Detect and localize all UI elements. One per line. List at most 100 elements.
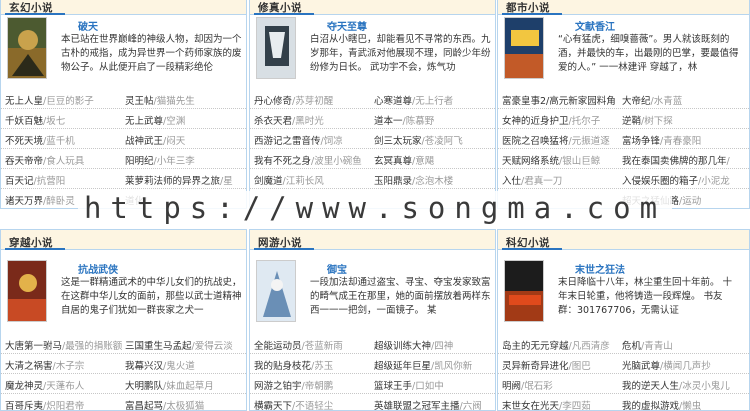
book-author[interactable]: /水青蓝 bbox=[651, 96, 683, 107]
book-title[interactable]: 超级训练大神 bbox=[374, 341, 431, 352]
list-item[interactable]: 诸天万界/醉卧灵 bbox=[5, 193, 123, 207]
list-item[interactable]: 我的逆天人生/冰灵小鬼儿 bbox=[622, 378, 740, 392]
featured-book-title[interactable]: 末世之狂法 bbox=[575, 261, 625, 276]
featured-book-title[interactable]: 破天 bbox=[78, 18, 98, 33]
book-title[interactable]: 不死天境 bbox=[5, 136, 43, 147]
list-item[interactable]: 莱萝莉法师的异界之旅/星 bbox=[125, 173, 243, 187]
list-item[interactable]: 网游之铂宇/帝朝鹏 bbox=[254, 378, 372, 392]
book-title[interactable]: 三国重生马孟起 bbox=[125, 341, 192, 352]
book-title[interactable]: 富昌起骂 bbox=[125, 401, 163, 410]
book-cover-image[interactable] bbox=[7, 17, 47, 79]
book-title[interactable]: 大唐第一驸马 bbox=[5, 341, 62, 352]
list-item[interactable]: 不死天境/蓝千机 bbox=[5, 133, 123, 147]
book-title[interactable]: 岛主的无元穿越 bbox=[502, 341, 569, 352]
book-cover-image[interactable] bbox=[7, 260, 47, 322]
list-item[interactable]: 战神武王/闷天 bbox=[125, 133, 243, 147]
book-title[interactable]: 横霸天下 bbox=[254, 401, 292, 410]
book-title[interactable]: 大帝纪 bbox=[622, 96, 651, 107]
list-item[interactable]: 超级延年巨星/凯风你新 bbox=[374, 358, 492, 372]
list-item[interactable]: 明阙/氓石彩 bbox=[502, 378, 620, 392]
book-cover-image[interactable] bbox=[504, 17, 544, 79]
list-item[interactable]: 大明鹏队/妹血起草月 bbox=[125, 378, 243, 392]
list-item[interactable]: 我有不死之身/波里小碗鱼 bbox=[254, 153, 372, 167]
book-title[interactable]: 逆鞘 bbox=[622, 116, 641, 127]
book-author[interactable]: /元振道逐 bbox=[569, 136, 610, 147]
book-author[interactable]: /图巴 bbox=[569, 361, 591, 372]
book-title[interactable]: 入侵娱乐圈的箱子 bbox=[622, 176, 698, 187]
book-author[interactable]: / bbox=[727, 156, 730, 167]
list-item[interactable]: 医院之召唤猛将/元振道逐 bbox=[502, 133, 620, 147]
book-title[interactable]: 超级延年巨星 bbox=[374, 361, 431, 372]
book-title[interactable]: 光脑武尊 bbox=[622, 361, 660, 372]
book-author[interactable]: /懒虫 bbox=[679, 401, 701, 410]
list-item[interactable]: 逆鞘/树下探 bbox=[622, 113, 740, 127]
list-item[interactable]: 玉阳鼎录/念泡木楼 bbox=[374, 173, 492, 187]
book-title[interactable]: 剑魔道 bbox=[254, 176, 283, 187]
book-cover-image[interactable] bbox=[256, 17, 296, 79]
book-title[interactable]: 阳明纪 bbox=[125, 156, 154, 167]
book-title[interactable]: 心寒道尊 bbox=[374, 96, 412, 107]
list-item[interactable]: 玄冥真尊/意飓 bbox=[374, 153, 492, 167]
book-title[interactable]: 我在泰国卖佛牌的那几年 bbox=[622, 156, 727, 167]
book-title[interactable]: 魔龙神灵 bbox=[5, 381, 43, 392]
book-title[interactable]: 篮球王手 bbox=[374, 381, 412, 392]
list-item[interactable]: 百天记/抗营阳 bbox=[5, 173, 123, 187]
book-title[interactable]: 我的逆天人生 bbox=[622, 381, 679, 392]
featured-book-title[interactable]: 御宝 bbox=[327, 261, 347, 276]
book-author[interactable]: /运动 bbox=[679, 196, 701, 207]
book-author[interactable]: /君真一刀 bbox=[521, 176, 562, 187]
list-item[interactable]: 灵异新奇异进化/图巴 bbox=[502, 358, 620, 372]
book-author[interactable]: /江莉长风 bbox=[283, 176, 324, 187]
list-item[interactable]: 入侵娱乐圈的箱子/小泥龙 bbox=[622, 173, 740, 187]
list-item[interactable]: 灵王帖/猫猫先生 bbox=[125, 93, 243, 107]
book-author[interactable]: /坂七 bbox=[43, 116, 65, 127]
book-author[interactable]: /口如中 bbox=[412, 381, 444, 392]
book-author[interactable]: /小年三李 bbox=[154, 156, 195, 167]
book-title[interactable]: 灵异新奇异进化 bbox=[502, 361, 569, 372]
book-author[interactable]: /冰灵小鬼儿 bbox=[679, 381, 730, 392]
book-title[interactable]: 百天记 bbox=[5, 176, 34, 187]
book-title[interactable]: 莱萝莉法师的异界之旅 bbox=[125, 176, 220, 187]
featured-book-title[interactable]: 夺天至尊 bbox=[327, 18, 367, 33]
book-title[interactable]: 诸天万界 bbox=[5, 196, 43, 207]
list-item[interactable]: 光脑武尊/横闻几声抄 bbox=[622, 358, 740, 372]
book-author[interactable]: /无上行者 bbox=[412, 96, 453, 107]
book-author[interactable]: /横闻几声抄 bbox=[660, 361, 711, 372]
book-title[interactable]: 大清之祸害 bbox=[5, 361, 53, 372]
list-item[interactable]: 三国重生马孟起/爱得云淡 bbox=[125, 338, 243, 352]
book-author[interactable]: /抗营阳 bbox=[34, 176, 66, 187]
book-title[interactable]: 女神的近身护卫 bbox=[502, 116, 569, 127]
book-title[interactable]: 我的虚拟游戏 bbox=[622, 401, 679, 410]
book-author[interactable]: /树下探 bbox=[641, 116, 673, 127]
book-title[interactable]: 杀衣天君 bbox=[254, 116, 292, 127]
list-item[interactable]: 魔龙神灵/天蓬布人 bbox=[5, 378, 123, 392]
list-item[interactable]: 大帝纪/水青蓝 bbox=[622, 93, 740, 107]
list-item[interactable]: 超天之猛仙路/运动 bbox=[622, 193, 740, 207]
book-author[interactable]: /小泥龙 bbox=[698, 176, 730, 187]
book-author[interactable]: /巨豆的影子 bbox=[43, 96, 94, 107]
book-author[interactable]: /妹血起草月 bbox=[163, 381, 214, 392]
book-author[interactable]: /爱得云淡 bbox=[192, 341, 233, 352]
book-title[interactable]: 战神武王 bbox=[125, 136, 163, 147]
book-title[interactable]: 无上武尊 bbox=[125, 116, 163, 127]
book-author[interactable]: /炽阳君帝 bbox=[43, 401, 84, 410]
list-item[interactable]: 富场争锋/青春豪阳 bbox=[622, 133, 740, 147]
book-title[interactable]: 玉阳鼎录 bbox=[374, 176, 412, 187]
book-title[interactable]: 英雄联盟之冠军主播 bbox=[374, 401, 460, 410]
book-title[interactable]: 大明鹏队 bbox=[125, 381, 163, 392]
book-title[interactable]: 网游之铂宇 bbox=[254, 381, 302, 392]
book-author[interactable]: /苍凌阿飞 bbox=[422, 136, 463, 147]
book-author[interactable]: /星 bbox=[220, 176, 233, 187]
book-author[interactable]: /凡西清彦 bbox=[569, 341, 610, 352]
book-author[interactable]: /陈慕野 bbox=[403, 116, 435, 127]
list-item[interactable]: 无上武尊/空渊 bbox=[125, 113, 243, 127]
book-title[interactable]: 无上人皇 bbox=[5, 96, 43, 107]
book-author[interactable]: /最强的捐账额 bbox=[62, 341, 122, 352]
book-author[interactable]: /天蓬布人 bbox=[43, 381, 84, 392]
book-author[interactable]: /凯风你新 bbox=[431, 361, 472, 372]
book-author[interactable]: /李四茹 bbox=[559, 401, 591, 410]
book-author[interactable]: /饲凉 bbox=[321, 136, 343, 147]
book-author[interactable]: /青春豪阳 bbox=[660, 136, 701, 147]
book-title[interactable]: 全能运动员 bbox=[254, 341, 302, 352]
book-author[interactable]: /青青山 bbox=[641, 341, 673, 352]
